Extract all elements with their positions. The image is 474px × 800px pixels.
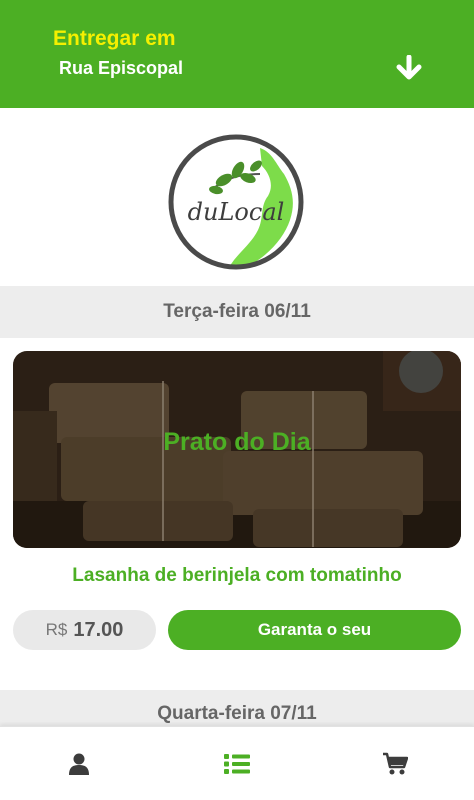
arrow-down-icon bbox=[396, 55, 422, 80]
deliver-label: Entregar em bbox=[53, 27, 176, 50]
order-button[interactable]: Garanta o seu bbox=[168, 610, 461, 650]
cart-icon bbox=[383, 752, 408, 775]
logo-text: duLocal bbox=[188, 198, 285, 226]
price-value: 17.00 bbox=[73, 618, 124, 641]
nav-item-menu[interactable] bbox=[158, 727, 316, 800]
price-tag: R$ 17.00 bbox=[13, 610, 156, 650]
list-icon bbox=[224, 754, 250, 774]
day-header: Terça-feira 06/11 bbox=[0, 286, 474, 338]
user-icon bbox=[69, 753, 89, 775]
dish-name: Lasanha de berinjela com tomatinho bbox=[72, 565, 402, 586]
delivery-address[interactable]: Rua Episcopal bbox=[59, 58, 183, 79]
address-dropdown-button[interactable] bbox=[392, 52, 426, 84]
dish-card[interactable]: Prato do Dia bbox=[13, 351, 461, 548]
dish-overlay: Prato do Dia bbox=[13, 351, 461, 548]
day-label: Quarta-feira 07/11 bbox=[157, 703, 317, 724]
day-label: Terça-feira 06/11 bbox=[163, 301, 311, 322]
dulocal-logo: duLocal bbox=[168, 134, 304, 270]
dish-badge: Prato do Dia bbox=[163, 428, 311, 456]
delivery-header: Entregar em Rua Episcopal bbox=[0, 0, 474, 108]
bottom-nav bbox=[0, 726, 474, 800]
logo-area: duLocal bbox=[0, 108, 474, 286]
nav-item-cart[interactable] bbox=[316, 727, 474, 800]
price-currency: R$ bbox=[45, 620, 68, 639]
app-screen: Entregar em Rua Episcopal duLocal Terça-… bbox=[0, 0, 474, 800]
nav-item-profile[interactable] bbox=[0, 727, 158, 800]
